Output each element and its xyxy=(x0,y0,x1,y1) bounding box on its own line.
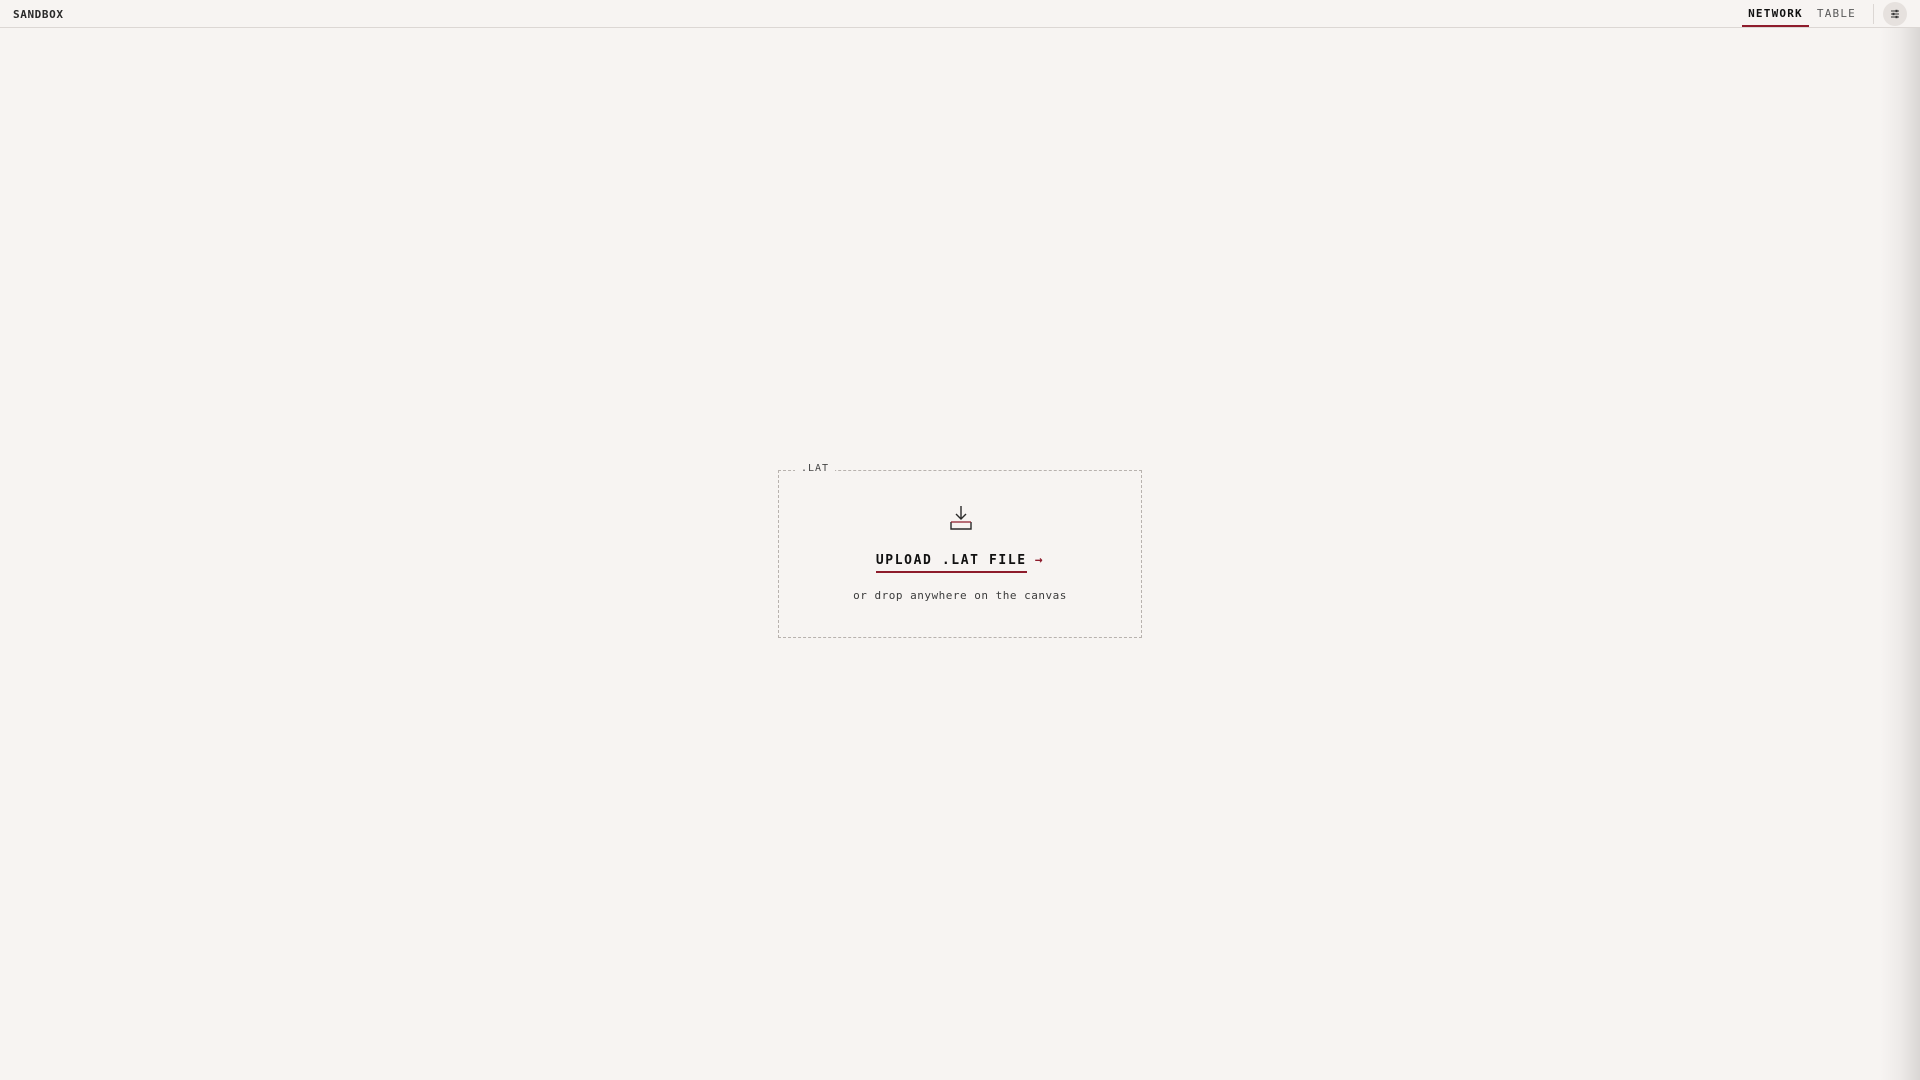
arrow-right-icon: → xyxy=(1034,553,1045,568)
header-divider xyxy=(1873,4,1874,24)
app-title: SANDBOX xyxy=(13,8,64,21)
settings-button[interactable] xyxy=(1883,2,1907,26)
upload-dropzone[interactable]: .LAT UPLOAD .LAT FILE → or drop anywhere … xyxy=(778,463,1142,638)
view-tabs: NETWORK TABLE xyxy=(1740,0,1862,28)
dropzone-legend: .LAT xyxy=(795,463,836,474)
app-root: SANDBOX NETWORK TABLE .LAT UPLOAD .LAT F… xyxy=(0,0,1920,1080)
upload-file-button[interactable]: UPLOAD .LAT FILE → xyxy=(779,553,1141,573)
drop-hint: or drop anywhere on the canvas xyxy=(853,589,1067,602)
tab-table[interactable]: TABLE xyxy=(1811,0,1862,27)
download-tray-icon xyxy=(950,506,972,530)
right-edge-shadow xyxy=(1880,28,1920,1080)
top-bar: SANDBOX NETWORK TABLE xyxy=(0,0,1920,28)
tab-network[interactable]: NETWORK xyxy=(1742,0,1809,27)
upload-button-label: UPLOAD .LAT FILE xyxy=(875,553,1027,573)
sliders-icon xyxy=(1891,9,1899,19)
